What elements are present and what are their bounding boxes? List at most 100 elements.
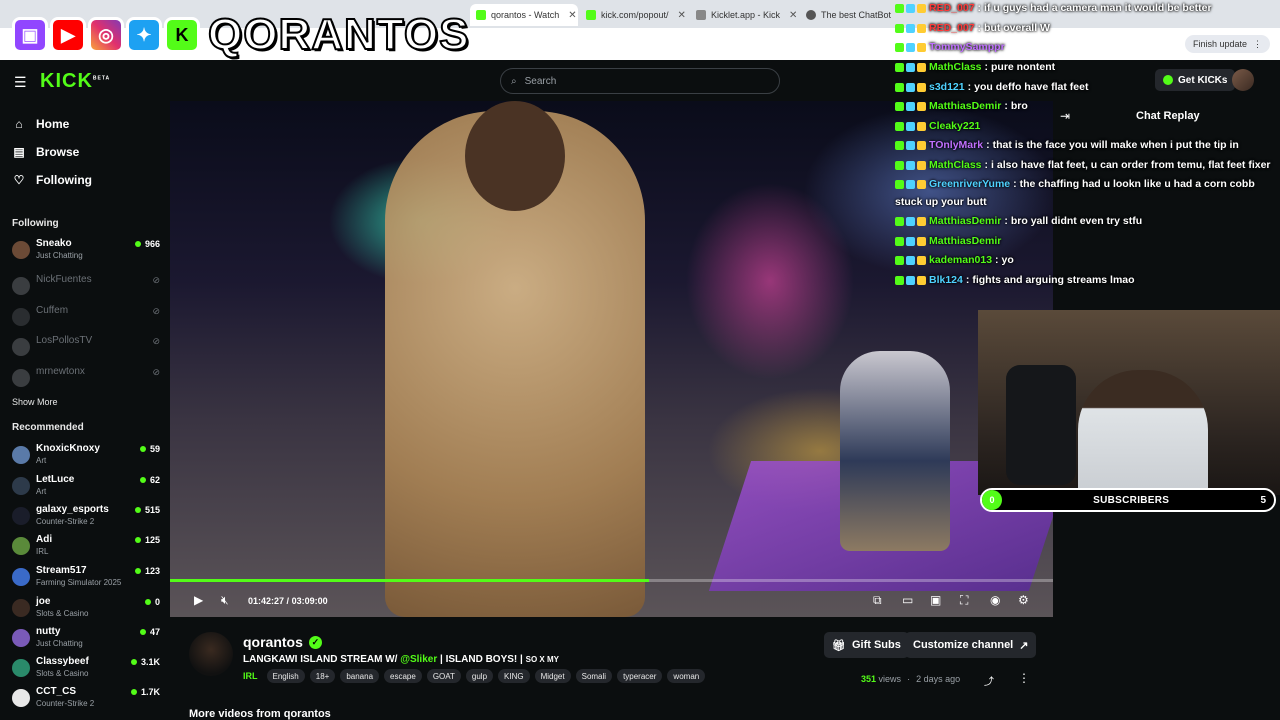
avatar [12, 369, 30, 387]
twitter-icon: ✦ [126, 17, 162, 53]
avatar [12, 659, 30, 677]
badge-icon [895, 216, 904, 226]
tab-qorantos[interactable]: qorantos - Watch ✕ [470, 4, 578, 26]
following-channel[interactable]: mrnewtonx ⊘ [12, 366, 160, 394]
sidebar-item-home[interactable]: ⌂ Home [12, 117, 69, 131]
badge-icon [906, 3, 915, 13]
viewer-count: 62 [139, 475, 160, 485]
gift-subs-button[interactable]: 🎁︎ Gift Subs [824, 632, 909, 658]
chat-badges-icon [895, 236, 926, 246]
tag[interactable]: KING [498, 669, 530, 683]
live-dot-icon [139, 446, 146, 452]
kick-logo[interactable]: KICKBETA [40, 70, 110, 93]
badge-icon [895, 42, 904, 52]
close-tab-icon[interactable]: ✕ [678, 10, 686, 21]
viewer-count: 1.7K [130, 687, 160, 697]
chat-text: bro yall didnt even try stfu [1010, 215, 1143, 227]
chat-username: MatthiasDemir [929, 235, 1002, 247]
theater-mode-icon[interactable]: ▣ [930, 593, 941, 607]
offline-icon: ⊘ [152, 367, 160, 377]
tag[interactable]: Somali [575, 669, 613, 683]
following-channel[interactable]: Sneako Just Chatting 966 [12, 238, 160, 266]
chat-username: GreenriverYume [929, 178, 1011, 190]
mention-link[interactable]: @Sliker [400, 654, 437, 665]
settings-gear-icon[interactable]: ⚙ [1018, 593, 1029, 607]
following-channel[interactable]: LosPollosTV ⊘ [12, 335, 160, 363]
tab-chatbot[interactable]: The best ChatBot [800, 4, 895, 26]
fullscreen-icon[interactable]: ⛶ [960, 593, 968, 608]
time-readout: 01:42:27 / 03:09:00 [248, 596, 328, 606]
show-more-link[interactable]: Show More [12, 397, 58, 407]
tag[interactable]: typeracer [617, 669, 663, 683]
chat-text: if u guys had a camera man it would be b… [984, 2, 1212, 14]
sidebar-item-browse[interactable]: ▤ Browse [12, 145, 79, 159]
close-tab-icon[interactable]: ✕ [568, 10, 576, 21]
chat-text: yo [1001, 254, 1014, 266]
following-channel[interactable]: NickFuentes ⊘ [12, 274, 160, 302]
chat-text: the chaffing had u lookn like u had a co… [1019, 178, 1255, 190]
heart-icon: ♡ [13, 173, 25, 187]
sidebar-item-following[interactable]: ♡ Following [12, 173, 92, 187]
search-icon: ⌕ [511, 75, 517, 87]
live-dot-icon [130, 689, 137, 695]
tag[interactable]: Midget [534, 669, 571, 683]
category-link[interactable]: IRL [243, 671, 258, 681]
tab-kick-popout[interactable]: kick.com/popout/ ✕ [580, 4, 688, 26]
avatar [12, 338, 30, 356]
recommended-channel[interactable]: joe Slots & Casino 0 [12, 596, 160, 624]
viewer-count: 3.1K [130, 657, 160, 667]
chat-username: s3d121 [929, 81, 965, 93]
play-icon[interactable]: ▶ [194, 593, 203, 607]
recommended-channel[interactable]: Adi IRL 125 [12, 534, 160, 562]
recommended-channel[interactable]: galaxy_esports Counter-Strike 2 515 [12, 504, 160, 532]
recommended-channel[interactable]: CCT_CS Counter-Strike 2 1.7K [12, 686, 160, 714]
miniplayer-icon[interactable]: ▭ [902, 593, 913, 607]
tag[interactable]: woman [667, 669, 706, 683]
tag[interactable]: escape [384, 669, 422, 683]
tag[interactable]: 18+ [309, 669, 336, 683]
mute-icon[interactable]: 🔇︎ [221, 593, 229, 608]
tag[interactable]: English [266, 669, 305, 683]
avatar [12, 477, 30, 495]
badge-icon [917, 121, 926, 131]
viewer-count: 966 [134, 239, 160, 249]
clip-icon[interactable]: ⧉ [873, 593, 882, 608]
share-icon[interactable]: ⤴ [984, 673, 994, 688]
following-channel[interactable]: Cuffem ⊘ [12, 305, 160, 333]
hamburger-menu-icon[interactable]: ☰ [14, 74, 27, 91]
tag[interactable]: banana [340, 669, 380, 683]
customize-channel-button[interactable]: Customize channel ↗ [905, 632, 1037, 658]
channel-avatar[interactable] [189, 632, 233, 676]
chat-message: MatthiasDemir : bro yall didnt even try … [895, 215, 1142, 227]
recommended-channel[interactable]: LetLuce Art 62 [12, 474, 160, 502]
search-input[interactable]: ⌕ Search [500, 68, 780, 94]
tab-kicklet[interactable]: Kicklet.app - Kick ✕ [690, 4, 798, 26]
badge-icon [917, 82, 926, 92]
recommended-channel[interactable]: Stream517 Farming Simulator 2025 123 [12, 565, 160, 593]
webcam-chair [1006, 365, 1076, 485]
chat-separator: : [1004, 100, 1008, 112]
badge-icon [906, 216, 915, 226]
avatar [12, 629, 30, 647]
close-tab-icon[interactable]: ✕ [789, 10, 797, 21]
badge-icon [906, 42, 915, 52]
avatar [12, 599, 30, 617]
recommended-channel[interactable]: Classybeef Slots & Casino 3.1K [12, 656, 160, 684]
chat-message: s3d121 : you deffo have flat feet [895, 81, 1088, 93]
subscriber-goal-bar: 0 SUBSCRIBERS 5 [980, 488, 1276, 512]
recommended-channel[interactable]: nutty Just Chatting 47 [12, 626, 160, 654]
live-dot-icon [139, 477, 146, 483]
badge-icon [917, 23, 926, 33]
playback-speed-icon[interactable]: ◉ [990, 593, 1000, 607]
chat-badges-icon [895, 160, 926, 170]
tag[interactable]: GOAT [426, 669, 461, 683]
channel-name[interactable]: qorantos ✓ [243, 634, 322, 650]
external-link-icon: ↗ [1019, 639, 1029, 652]
tag[interactable]: gulp [465, 669, 494, 683]
badge-icon [906, 255, 915, 265]
kick-favicon-icon [586, 10, 596, 20]
more-options-icon[interactable]: ⋮ [1018, 671, 1030, 685]
progress-bar[interactable] [170, 579, 1053, 582]
recommended-channel[interactable]: KnoxicKnoxy Art 59 [12, 443, 160, 471]
badge-icon [895, 62, 904, 72]
